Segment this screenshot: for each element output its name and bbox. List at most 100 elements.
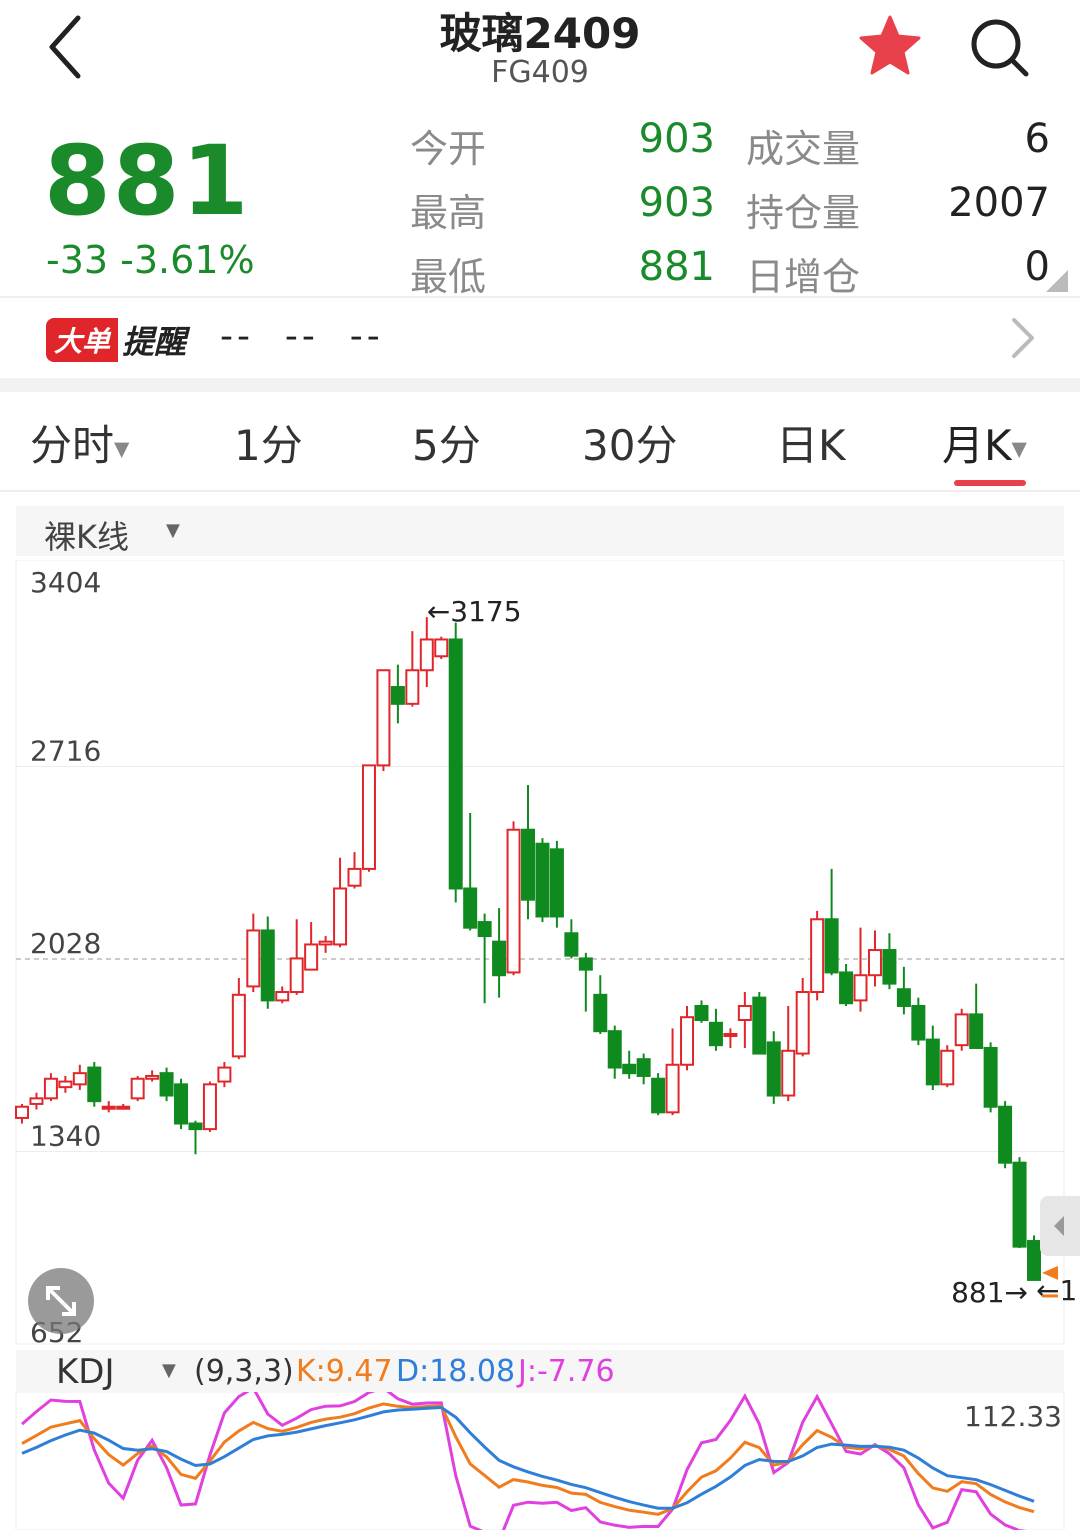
candle-body (593, 993, 608, 1033)
tab-monthly-k[interactable]: 月K▼ (942, 412, 1027, 473)
candle-body (795, 991, 810, 1055)
candle-body (824, 918, 839, 974)
expand-corner-icon[interactable] (1046, 270, 1068, 292)
candle-body (954, 1013, 969, 1047)
large-order-alert-bar[interactable]: 大单 提醒 -- -- -- (0, 298, 1080, 378)
candle-body (15, 1105, 29, 1119)
alert-badge: 大单 提醒 (46, 318, 186, 362)
kdj-d-line (21, 1405, 1035, 1510)
open-interest-label: 持仓量 (746, 191, 861, 235)
candle-body (665, 1063, 680, 1114)
candle-body (260, 929, 275, 1002)
tab-5min[interactable]: 5分 (412, 412, 481, 473)
zoom-toggle-button[interactable] (28, 1268, 94, 1334)
volume-label: 成交量 (746, 127, 861, 171)
caret-down-icon: ▼ (1011, 436, 1027, 461)
candle-body (607, 1030, 622, 1069)
candle-body (217, 1066, 232, 1083)
candle-body (29, 1097, 44, 1105)
price-change: -33 -3.61% (46, 238, 255, 282)
chart-mode-selector[interactable]: 裸K线 ▼ (16, 506, 1064, 556)
change-value: -33 (46, 238, 109, 282)
kdj-j-value: J:-7.76 (518, 1354, 615, 1389)
open-value: 903 (638, 116, 715, 162)
candle-body (130, 1077, 145, 1100)
candle-body (405, 669, 420, 705)
candle-body (766, 1041, 781, 1097)
candle-body (810, 918, 825, 994)
candle-body (535, 842, 550, 918)
candle-body (188, 1122, 203, 1131)
tab-daily-k[interactable]: 日K (776, 412, 846, 473)
low-value: 881 (638, 244, 715, 290)
chevron-right-icon[interactable] (1008, 316, 1038, 360)
candle-body (680, 1016, 695, 1066)
y-tick-label: 3404 (30, 566, 101, 599)
candle-body (174, 1083, 189, 1125)
candle-body (159, 1072, 174, 1097)
candle-body (622, 1063, 637, 1075)
candle-body (333, 887, 348, 946)
kdj-d-value: D:18.08 (396, 1354, 516, 1389)
candle-body (911, 1005, 926, 1041)
y-tick-label: 2028 (30, 927, 101, 960)
kdj-header[interactable]: KDJ ▼ (9,3,3) K:9.47 D:18.08 J:-7.76 (16, 1350, 1064, 1392)
candle-body (853, 974, 868, 1002)
candle-body (477, 921, 492, 938)
candle-body (246, 929, 261, 988)
tab-label: 月K (942, 421, 1012, 470)
candle-body (521, 828, 535, 901)
candle-body (896, 988, 911, 1008)
candle-body (101, 1105, 116, 1110)
candlestick-chart[interactable]: 3404271620281340652←3175←1177881→ (0, 560, 1080, 1350)
candle-body (983, 1046, 998, 1108)
daily-oi-change-label: 日增仓 (746, 255, 861, 299)
section-separator (0, 378, 1080, 392)
candle-body (448, 638, 463, 890)
candle-body (651, 1077, 666, 1114)
tab-1min[interactable]: 1分 (234, 412, 303, 473)
search-icon[interactable] (966, 14, 1030, 78)
candle-body (925, 1038, 940, 1086)
change-percent: -3.61% (120, 238, 255, 282)
kdj-j-line (21, 1392, 1027, 1530)
chart-frame (15, 560, 1065, 1345)
candle-body (275, 991, 290, 1002)
candle-body (361, 764, 376, 870)
candle-body (506, 828, 521, 974)
tab-30min[interactable]: 30分 (582, 412, 677, 473)
candle-body (463, 887, 478, 929)
y-tick-label: 1340 (30, 1120, 101, 1153)
alert-placeholder: -- -- -- (220, 316, 384, 357)
candle-body (145, 1074, 160, 1080)
candle-body (940, 1049, 955, 1086)
high-label: 最高 (410, 191, 487, 235)
indicator-name: KDJ (56, 1352, 115, 1392)
collapse-panel-button[interactable] (1040, 1196, 1080, 1256)
candle-body (969, 1013, 984, 1049)
candle-body (43, 1077, 58, 1100)
caret-down-icon: ▼ (162, 1360, 176, 1381)
candle-body (231, 993, 246, 1058)
y-tick-label: 2716 (30, 735, 101, 768)
tab-label: 分时 (30, 421, 115, 470)
kdj-top-label: 112.33 (964, 1400, 1062, 1433)
candle-body (376, 669, 391, 767)
daily-oi-change-value: 0 (1024, 244, 1050, 290)
last-price: 881 (44, 125, 251, 237)
candle-body (304, 943, 319, 971)
alert-badge-text: 提醒 (122, 323, 187, 361)
candle-body (708, 1021, 723, 1047)
chart-mode-label: 裸K线 (44, 518, 129, 556)
tab-timeshare[interactable]: 分时▼ (30, 412, 129, 473)
active-tab-indicator (954, 480, 1026, 486)
volume-value: 6 (1024, 116, 1050, 162)
candle-body (549, 848, 564, 918)
candle-body (781, 1049, 796, 1097)
alert-badge-red: 大单 (46, 318, 119, 362)
caret-down-icon: ▼ (166, 520, 180, 541)
kdj-chart: 112.33 (15, 1392, 1065, 1530)
favorite-star-icon[interactable] (858, 14, 922, 78)
kdj-k-line (21, 1402, 1035, 1516)
candle-body (737, 1005, 752, 1021)
